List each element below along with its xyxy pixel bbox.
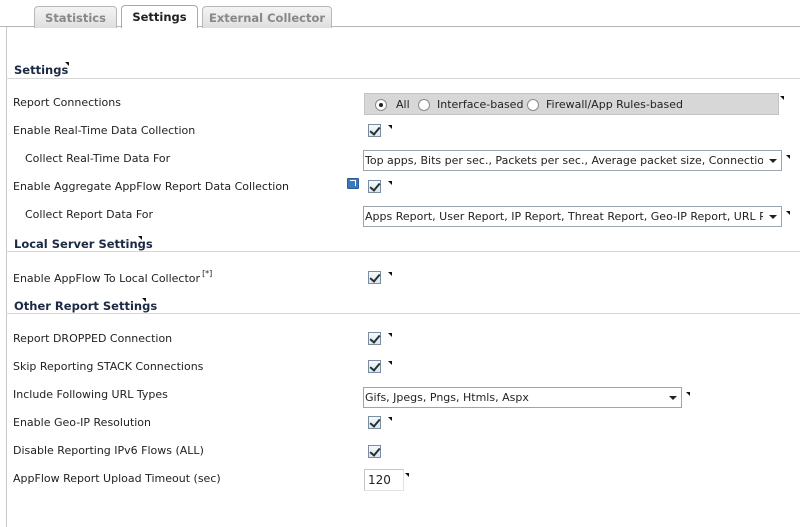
enable-local-collector-text: Enable AppFlow To Local Collector	[13, 272, 201, 285]
help-marker-icon[interactable]	[388, 181, 392, 185]
report-connections-label: Report Connections	[13, 96, 121, 109]
help-marker-icon[interactable]	[388, 333, 392, 337]
collect-report-label: Collect Report Data For	[25, 208, 154, 221]
chevron-down-icon	[769, 159, 777, 163]
footnote-marker: [*]	[202, 269, 213, 278]
radio-interface-based-label: Interface-based	[437, 98, 524, 111]
chevron-down-icon	[769, 215, 777, 219]
help-marker-icon[interactable]	[686, 392, 690, 396]
radio-firewall-app-rules-based[interactable]	[527, 99, 539, 111]
tab-external-collector[interactable]: External Collector	[202, 6, 332, 28]
radio-firewall-app-rules-based-label: Firewall/App Rules-based	[546, 98, 684, 111]
url-types-select[interactable]: Gifs, Jpegs, Pngs, Htmls, Aspx	[363, 387, 682, 408]
collect-realtime-label: Collect Real-Time Data For	[25, 152, 171, 165]
tab-statistics[interactable]: Statistics	[34, 6, 117, 28]
help-marker-icon[interactable]	[405, 473, 409, 477]
geo-ip-label: Enable Geo-IP Resolution	[13, 416, 152, 429]
disable-ipv6-checkbox[interactable]	[368, 445, 381, 458]
enable-aggregate-label: Enable Aggregate AppFlow Report Data Col…	[13, 180, 290, 193]
help-marker-icon[interactable]	[388, 417, 392, 421]
section-title-other-report: Other Report Settings	[14, 299, 158, 313]
report-dropped-label: Report DROPPED Connection	[13, 332, 173, 345]
url-types-value: Gifs, Jpegs, Pngs, Htmls, Aspx	[365, 391, 529, 404]
external-link-icon[interactable]	[347, 178, 359, 189]
skip-stack-label: Skip Reporting STACK Connections	[13, 360, 204, 373]
section-title-settings: Settings	[14, 63, 69, 77]
section-title-local-server: Local Server Settings	[14, 237, 153, 251]
upload-timeout-label: AppFlow Report Upload Timeout (sec)	[13, 472, 221, 485]
section-divider	[6, 313, 800, 314]
help-marker-icon[interactable]	[388, 361, 392, 365]
help-marker-icon[interactable]	[142, 298, 146, 302]
section-divider	[6, 78, 800, 79]
chevron-down-icon	[669, 396, 677, 400]
radio-interface-based[interactable]	[418, 99, 430, 111]
help-marker-icon[interactable]	[388, 125, 392, 129]
enable-realtime-label: Enable Real-Time Data Collection	[13, 124, 196, 137]
skip-stack-checkbox[interactable]	[368, 360, 381, 373]
radio-all-label: All	[396, 98, 410, 111]
disable-ipv6-label: Disable Reporting IPv6 Flows (ALL)	[13, 444, 204, 457]
help-marker-icon[interactable]	[65, 62, 69, 66]
collect-realtime-value: Top apps, Bits per sec., Packets per sec…	[365, 154, 763, 167]
help-marker-icon[interactable]	[388, 272, 392, 276]
help-marker-icon[interactable]	[786, 155, 790, 159]
help-marker-icon[interactable]	[138, 236, 142, 240]
collect-realtime-select[interactable]: Top apps, Bits per sec., Packets per sec…	[363, 150, 782, 171]
upload-timeout-input[interactable]: 120	[364, 469, 404, 491]
enable-aggregate-checkbox[interactable]	[368, 180, 381, 193]
enable-local-collector-label: Enable AppFlow To Local Collector [*]	[13, 269, 213, 285]
help-marker-icon[interactable]	[786, 211, 790, 215]
section-divider	[6, 251, 800, 252]
report-dropped-checkbox[interactable]	[368, 332, 381, 345]
collect-report-select[interactable]: Apps Report, User Report, IP Report, Thr…	[363, 206, 782, 227]
tab-settings[interactable]: Settings	[121, 5, 198, 28]
enable-local-collector-checkbox[interactable]	[368, 271, 381, 284]
url-types-label: Include Following URL Types	[13, 388, 168, 401]
help-marker-icon[interactable]	[780, 96, 784, 100]
report-connections-radio-group: All Interface-based Firewall/App Rules-b…	[364, 93, 779, 115]
collect-report-value: Apps Report, User Report, IP Report, Thr…	[365, 210, 763, 223]
geo-ip-checkbox[interactable]	[368, 416, 381, 429]
enable-realtime-checkbox[interactable]	[368, 124, 381, 137]
radio-all[interactable]	[375, 99, 387, 111]
